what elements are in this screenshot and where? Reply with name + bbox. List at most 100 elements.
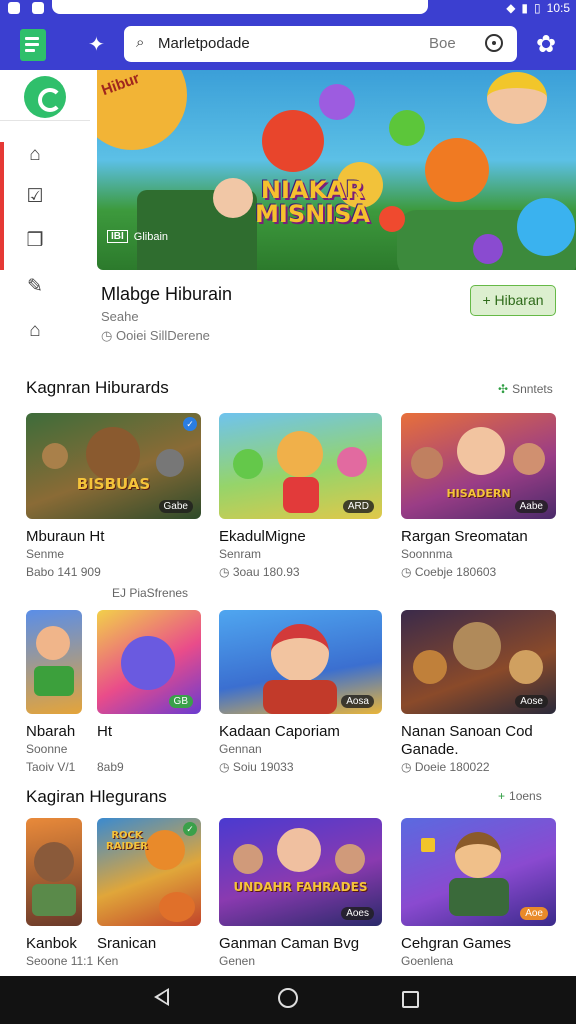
game-thumbnail[interactable]: Aosa: [219, 610, 382, 714]
thumb-badge: Aosa: [341, 695, 374, 708]
purple-character: [319, 84, 355, 120]
game-name: Ht: [97, 723, 112, 740]
game-genre: Ken: [97, 954, 119, 968]
game-thumbnail[interactable]: Aose: [401, 610, 556, 714]
recents-icon[interactable]: [402, 991, 419, 1008]
blue-character: [517, 198, 575, 256]
section-title: Kagiran Hlegurans: [26, 787, 167, 806]
home-icon[interactable]: [278, 988, 298, 1008]
wifi-icon: ◆: [506, 1, 516, 15]
notification-icon: [32, 2, 44, 14]
thumb-badge: Aose: [515, 695, 548, 708]
search-hint: Boe: [429, 35, 456, 52]
game-thumbnail[interactable]: [26, 610, 82, 714]
game-genre: Goenlena: [401, 954, 454, 968]
thumb-badge: ARD: [342, 500, 374, 513]
game-thumbnail[interactable]: ARD: [219, 413, 382, 519]
plus-icon: +: [482, 292, 491, 308]
settings-house-icon[interactable]: ⌂: [24, 320, 46, 342]
status-time: 10:5: [546, 1, 570, 15]
red-character: [262, 110, 324, 172]
hero-title: NIAKAR MISNISA: [255, 176, 370, 228]
orange-character: [425, 138, 489, 202]
game-meta: ◷ 3oau 180.93: [219, 565, 300, 579]
library-icon[interactable]: ❒: [24, 230, 46, 252]
back-icon[interactable]: [154, 988, 169, 1006]
home-icon[interactable]: ⌂: [24, 144, 46, 166]
side-rail: ⌂ ☑ ❒ ✎ ⌂: [0, 70, 90, 350]
thumb-badge: Aoe: [520, 907, 548, 920]
game-thumbnail[interactable]: Aoe: [401, 818, 556, 926]
featured-meta: ◷ Ooiei SillDerene: [101, 328, 210, 343]
search-bar[interactable]: ⌕ Marletpodade Boe: [124, 26, 517, 62]
featured-title[interactable]: Mlabge Hiburain: [101, 284, 232, 305]
voice-icon[interactable]: [485, 34, 503, 52]
game-name: Rargan Sreomatan: [401, 528, 528, 545]
plus-icon: ✣: [498, 382, 509, 396]
girl-character: [213, 178, 253, 218]
game-name: EkadulMigne: [219, 528, 306, 545]
game-genre: Senme: [26, 547, 65, 561]
section-title: Kagnran Hiburards: [26, 378, 169, 397]
active-indicator: [0, 142, 4, 270]
game-meta: ◷ Soiu 19033: [219, 760, 294, 774]
system-nav-bar: [0, 976, 576, 1024]
game-thumbnail[interactable]: UNDAHR FAHRADES Aoes: [219, 818, 382, 926]
game-genre: Gennan: [219, 742, 262, 756]
section-note: EJ PiaSfrenes: [112, 586, 189, 600]
game-thumbnail[interactable]: BISBUAS ✓ Gabe: [26, 413, 201, 519]
section-action[interactable]: +1oens: [498, 789, 542, 803]
puzzle-icon[interactable]: ✦: [88, 32, 105, 57]
status-bar: ◆ ▮ ▯ 10:5: [0, 0, 576, 20]
hero-banner[interactable]: Hibur NIAKAR MISNISA IBI Glibain: [97, 70, 576, 270]
search-input[interactable]: Marletpodade: [158, 35, 250, 52]
thumb-badge: Gabe: [158, 500, 193, 513]
game-genre: Senram: [219, 547, 262, 561]
game-name: Cehgran Games: [401, 935, 512, 952]
game-name: Kanbok: [26, 935, 77, 952]
thumb-badge: Aabe: [514, 500, 548, 513]
game-thumbnail[interactable]: ROCK RAIDER ✓: [97, 818, 201, 926]
game-genre: Ganade.: [401, 741, 459, 758]
app-logo-icon[interactable]: [20, 29, 46, 61]
game-name: Sranican: [97, 935, 157, 952]
game-meta: ◷ Doeie 180022: [401, 760, 490, 774]
game-meta: ◷ Coebje 180603: [401, 565, 497, 579]
game-name: Mburaun Ht: [26, 528, 105, 545]
store-logo-icon[interactable]: [24, 76, 66, 118]
featured-subtitle: Seahe: [101, 309, 139, 324]
hero-caption: IBI Glibain: [107, 230, 168, 243]
gear-icon[interactable]: ✿: [536, 30, 556, 59]
game-name: Nbarah: [26, 723, 76, 740]
game-thumbnail[interactable]: HISADERN Aabe: [401, 413, 556, 519]
game-genre: Genen: [219, 954, 256, 968]
thumb-badge: Aoes: [341, 907, 374, 920]
game-thumbnail[interactable]: [26, 818, 82, 926]
boy-character: [487, 72, 547, 124]
game-name: Kadaan Caporiam: [219, 723, 340, 740]
green-character: [389, 110, 425, 146]
update-badge-icon: ✓: [183, 417, 197, 431]
game-genre: Seoone 11:1: [26, 954, 94, 968]
rocket-icon[interactable]: ✎: [24, 276, 46, 298]
game-name: Ganman Caman Bvg: [219, 935, 360, 952]
update-badge-icon: ✓: [183, 822, 197, 836]
plus-icon: +: [498, 789, 506, 803]
game-meta: Taoiv V/1: [26, 760, 76, 774]
section-action[interactable]: ✣ Snntets: [498, 382, 553, 396]
divider: [0, 120, 90, 121]
thumb-badge: GB: [168, 695, 193, 708]
signal-icon: ▮: [521, 1, 529, 15]
search-icon: ⌕: [136, 34, 145, 51]
featured-install-button[interactable]: + Hibaran: [470, 285, 556, 316]
game-meta: Babo 141 909: [26, 565, 101, 579]
battery-icon: ▯: [534, 1, 541, 15]
game-genre: Soonne: [26, 742, 68, 756]
hero-sign: Hibur: [97, 70, 187, 150]
status-pill: [52, 0, 428, 14]
game-meta: 8ab9: [97, 760, 124, 774]
checklist-icon[interactable]: ☑: [24, 186, 46, 208]
game-genre: Soonnma: [401, 547, 453, 561]
top-app-bar: ✦ ⌕ Marletpodade Boe ✿: [0, 20, 576, 70]
game-thumbnail[interactable]: GB: [97, 610, 201, 714]
